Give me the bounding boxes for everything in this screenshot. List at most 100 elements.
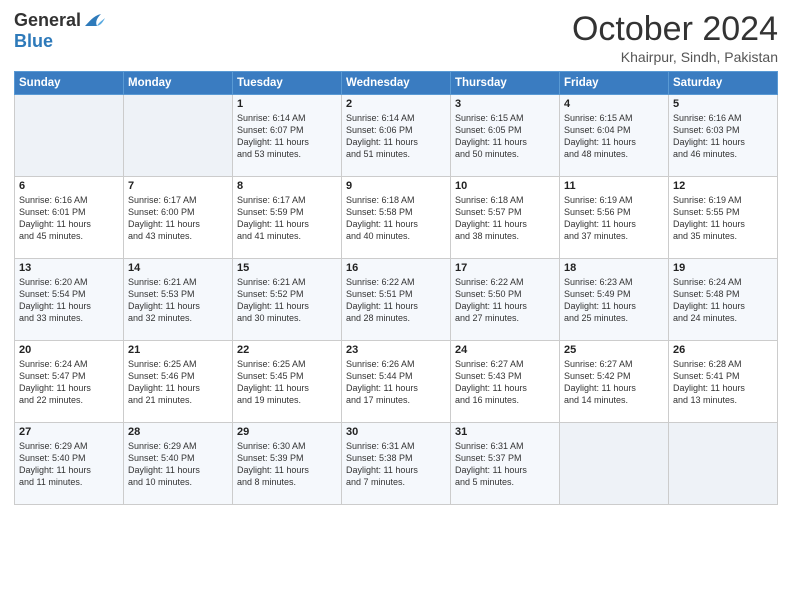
calendar-cell: 31 Sunrise: 6:31 AM Sunset: 5:37 PM Dayli… xyxy=(451,423,560,505)
cell-text: Sunrise: 6:24 AM Sunset: 5:47 PM Dayligh… xyxy=(19,358,119,407)
cell-text: Sunrise: 6:26 AM Sunset: 5:44 PM Dayligh… xyxy=(346,358,446,407)
calendar-cell: 22 Sunrise: 6:25 AM Sunset: 5:45 PM Dayli… xyxy=(233,341,342,423)
day-number: 22 xyxy=(237,344,337,356)
calendar-cell: 9Sunrise: 6:18 AM Sunset: 5:58 PM Daylig… xyxy=(342,177,451,259)
calendar-week-row: 13 Sunrise: 6:20 AM Sunset: 5:54 PM Dayli… xyxy=(15,259,778,341)
day-number: 20 xyxy=(19,344,119,356)
calendar-cell: 12Sunrise: 6:19 AM Sunset: 5:55 PM Dayli… xyxy=(669,177,778,259)
calendar-cell: 24 Sunrise: 6:27 AM Sunset: 5:43 PM Dayli… xyxy=(451,341,560,423)
day-number: 5 xyxy=(673,98,773,110)
cell-text: Sunrise: 6:31 AM Sunset: 5:37 PM Dayligh… xyxy=(455,440,555,489)
day-number: 11 xyxy=(564,180,664,192)
cell-text: Sunrise: 6:27 AM Sunset: 5:43 PM Dayligh… xyxy=(455,358,555,407)
calendar-table: Sunday Monday Tuesday Wednesday Thursday… xyxy=(14,71,778,505)
col-monday: Monday xyxy=(124,72,233,95)
cell-text: Sunrise: 6:29 AM Sunset: 5:40 PM Dayligh… xyxy=(19,440,119,489)
day-number: 29 xyxy=(237,426,337,438)
calendar-cell: 8 Sunrise: 6:17 AM Sunset: 5:59 PM Daylig… xyxy=(233,177,342,259)
cell-text: Sunrise: 6:18 AM Sunset: 5:57 PM Dayligh… xyxy=(455,194,555,243)
cell-text: Sunrise: 6:19 AM Sunset: 5:55 PM Dayligh… xyxy=(673,194,773,243)
day-number: 28 xyxy=(128,426,228,438)
day-number: 7 xyxy=(128,180,228,192)
cell-text: Sunrise: 6:16 AM Sunset: 6:01 PM Dayligh… xyxy=(19,194,119,243)
col-wednesday: Wednesday xyxy=(342,72,451,95)
calendar-cell: 30 Sunrise: 6:31 AM Sunset: 5:38 PM Dayli… xyxy=(342,423,451,505)
cell-text: Sunrise: 6:20 AM Sunset: 5:54 PM Dayligh… xyxy=(19,276,119,325)
day-number: 26 xyxy=(673,344,773,356)
day-number: 8 xyxy=(237,180,337,192)
day-number: 3 xyxy=(455,98,555,110)
weekday-header-row: Sunday Monday Tuesday Wednesday Thursday… xyxy=(15,72,778,95)
cell-text: Sunrise: 6:17 AM Sunset: 5:59 PM Dayligh… xyxy=(237,194,337,243)
calendar-cell: 16Sunrise: 6:22 AM Sunset: 5:51 PM Dayli… xyxy=(342,259,451,341)
month-title: October 2024 xyxy=(572,10,778,49)
cell-text: Sunrise: 6:28 AM Sunset: 5:41 PM Dayligh… xyxy=(673,358,773,407)
title-block: October 2024 Khairpur, Sindh, Pakistan xyxy=(572,10,778,65)
cell-text: Sunrise: 6:16 AM Sunset: 6:03 PM Dayligh… xyxy=(673,112,773,161)
day-number: 17 xyxy=(455,262,555,274)
calendar-cell xyxy=(124,95,233,177)
calendar-cell: 19Sunrise: 6:24 AM Sunset: 5:48 PM Dayli… xyxy=(669,259,778,341)
cell-text: Sunrise: 6:15 AM Sunset: 6:04 PM Dayligh… xyxy=(564,112,664,161)
calendar-cell xyxy=(15,95,124,177)
calendar-cell: 23 Sunrise: 6:26 AM Sunset: 5:44 PM Dayli… xyxy=(342,341,451,423)
calendar-cell: 28Sunrise: 6:29 AM Sunset: 5:40 PM Dayli… xyxy=(124,423,233,505)
day-number: 1 xyxy=(237,98,337,110)
day-number: 18 xyxy=(564,262,664,274)
cell-text: Sunrise: 6:30 AM Sunset: 5:39 PM Dayligh… xyxy=(237,440,337,489)
day-number: 14 xyxy=(128,262,228,274)
calendar-cell: 13 Sunrise: 6:20 AM Sunset: 5:54 PM Dayli… xyxy=(15,259,124,341)
cell-text: Sunrise: 6:14 AM Sunset: 6:06 PM Dayligh… xyxy=(346,112,446,161)
cell-text: Sunrise: 6:15 AM Sunset: 6:05 PM Dayligh… xyxy=(455,112,555,161)
logo-general: General xyxy=(14,10,81,31)
day-number: 13 xyxy=(19,262,119,274)
calendar-cell: 3 Sunrise: 6:15 AM Sunset: 6:05 PM Daylig… xyxy=(451,95,560,177)
calendar-cell: 29 Sunrise: 6:30 AM Sunset: 5:39 PM Dayli… xyxy=(233,423,342,505)
cell-text: Sunrise: 6:21 AM Sunset: 5:53 PM Dayligh… xyxy=(128,276,228,325)
cell-text: Sunrise: 6:22 AM Sunset: 5:50 PM Dayligh… xyxy=(455,276,555,325)
calendar-cell: 18Sunrise: 6:23 AM Sunset: 5:49 PM Dayli… xyxy=(560,259,669,341)
cell-text: Sunrise: 6:24 AM Sunset: 5:48 PM Dayligh… xyxy=(673,276,773,325)
col-friday: Friday xyxy=(560,72,669,95)
calendar-cell: 15 Sunrise: 6:21 AM Sunset: 5:52 PM Dayli… xyxy=(233,259,342,341)
day-number: 21 xyxy=(128,344,228,356)
page-header: General Blue October 2024 Khairpur, Sind… xyxy=(14,10,778,65)
cell-text: Sunrise: 6:31 AM Sunset: 5:38 PM Dayligh… xyxy=(346,440,446,489)
cell-text: Sunrise: 6:25 AM Sunset: 5:45 PM Dayligh… xyxy=(237,358,337,407)
calendar-cell: 14 Sunrise: 6:21 AM Sunset: 5:53 PM Dayli… xyxy=(124,259,233,341)
day-number: 30 xyxy=(346,426,446,438)
calendar-cell: 25Sunrise: 6:27 AM Sunset: 5:42 PM Dayli… xyxy=(560,341,669,423)
col-saturday: Saturday xyxy=(669,72,778,95)
cell-text: Sunrise: 6:18 AM Sunset: 5:58 PM Dayligh… xyxy=(346,194,446,243)
day-number: 27 xyxy=(19,426,119,438)
day-number: 25 xyxy=(564,344,664,356)
day-number: 16 xyxy=(346,262,446,274)
calendar-cell: 20 Sunrise: 6:24 AM Sunset: 5:47 PM Dayli… xyxy=(15,341,124,423)
logo: General Blue xyxy=(14,10,105,52)
calendar-week-row: 6 Sunrise: 6:16 AM Sunset: 6:01 PM Daylig… xyxy=(15,177,778,259)
day-number: 6 xyxy=(19,180,119,192)
calendar-cell: 4Sunrise: 6:15 AM Sunset: 6:04 PM Daylig… xyxy=(560,95,669,177)
calendar-cell: 17 Sunrise: 6:22 AM Sunset: 5:50 PM Dayli… xyxy=(451,259,560,341)
calendar-week-row: 27 Sunrise: 6:29 AM Sunset: 5:40 PM Dayli… xyxy=(15,423,778,505)
col-sunday: Sunday xyxy=(15,72,124,95)
cell-text: Sunrise: 6:14 AM Sunset: 6:07 PM Dayligh… xyxy=(237,112,337,161)
calendar-week-row: 20 Sunrise: 6:24 AM Sunset: 5:47 PM Dayli… xyxy=(15,341,778,423)
day-number: 31 xyxy=(455,426,555,438)
day-number: 24 xyxy=(455,344,555,356)
day-number: 10 xyxy=(455,180,555,192)
col-thursday: Thursday xyxy=(451,72,560,95)
col-tuesday: Tuesday xyxy=(233,72,342,95)
calendar-cell: 6 Sunrise: 6:16 AM Sunset: 6:01 PM Daylig… xyxy=(15,177,124,259)
calendar-cell: 26 Sunrise: 6:28 AM Sunset: 5:41 PM Dayli… xyxy=(669,341,778,423)
logo-blue: Blue xyxy=(14,31,53,52)
day-number: 23 xyxy=(346,344,446,356)
logo-bird-icon xyxy=(83,12,105,30)
day-number: 15 xyxy=(237,262,337,274)
calendar-header: Sunday Monday Tuesday Wednesday Thursday… xyxy=(15,72,778,95)
calendar-cell: 1 Sunrise: 6:14 AM Sunset: 6:07 PM Daylig… xyxy=(233,95,342,177)
day-number: 2 xyxy=(346,98,446,110)
calendar-cell: 2 Sunrise: 6:14 AM Sunset: 6:06 PM Daylig… xyxy=(342,95,451,177)
cell-text: Sunrise: 6:21 AM Sunset: 5:52 PM Dayligh… xyxy=(237,276,337,325)
location-subtitle: Khairpur, Sindh, Pakistan xyxy=(572,49,778,65)
